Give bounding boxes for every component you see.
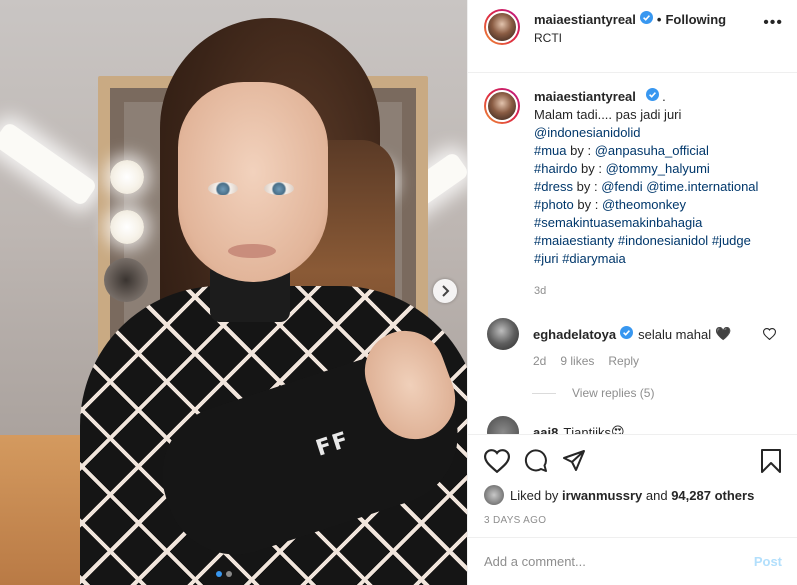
view-replies-button[interactable]: View replies (5) [532, 386, 782, 400]
caption-text: maiaestiantyreal . Malam tadi.... pas ja… [534, 88, 758, 300]
carousel-next-button[interactable] [433, 279, 457, 303]
liked-by-and: and [645, 487, 668, 503]
mention-link[interactable]: @theomonkey [602, 197, 686, 212]
chevron-right-icon [442, 285, 450, 297]
instagram-post: FF maiaestiantyreal • Following RCTI •••… [0, 0, 797, 585]
ring-light-left [0, 120, 99, 208]
verified-badge-icon [639, 11, 653, 27]
eye [208, 182, 238, 195]
hashtag-link[interactable]: #mua [534, 143, 567, 158]
carousel-dot-active [216, 571, 222, 577]
like-button[interactable] [484, 449, 510, 473]
comment-text: selalu mahal [638, 326, 712, 342]
commenter-username[interactable]: eghadelatoya [533, 327, 616, 342]
comment-button[interactable] [524, 449, 548, 473]
caption-text-segment: by : [573, 179, 602, 194]
reply-button[interactable]: Reply [608, 354, 639, 368]
verified-badge-icon [645, 88, 659, 106]
comment-item: aai8 Tjantiiks 😍 [484, 416, 782, 434]
hashtag-link[interactable]: #juri [534, 251, 559, 266]
bookmark-icon [761, 449, 781, 473]
comment-time[interactable]: 2d [533, 354, 546, 368]
hashtag-link[interactable]: #hairdo [534, 161, 577, 176]
caption-dot: . [662, 89, 666, 104]
share-button[interactable] [562, 449, 586, 473]
verified-badge-icon [620, 326, 634, 342]
caption-username[interactable]: maiaestiantyreal [534, 89, 636, 104]
face [178, 82, 328, 282]
mirror-bulb [110, 210, 144, 244]
carousel-dot [226, 571, 232, 577]
eye [264, 182, 294, 195]
heart-icon [484, 449, 510, 473]
post-location[interactable]: RCTI [534, 31, 726, 45]
hashtag-link[interactable]: #diarymaia [562, 251, 626, 266]
comment-like-button[interactable] [762, 328, 777, 343]
mention-link[interactable]: @indonesianidolid [534, 125, 640, 140]
lips [228, 244, 276, 258]
likes-summary: Liked by irwanmussry and 94,287 others [484, 485, 782, 505]
speaker [104, 258, 148, 302]
caption-text-segment: by : [573, 197, 602, 212]
caption-avatar[interactable] [484, 88, 520, 124]
hashtag-link[interactable]: #judge [712, 233, 751, 248]
action-bar: Liked by irwanmussry and 94,287 others 3… [468, 434, 797, 526]
hashtag-link[interactable]: #dress [534, 179, 573, 194]
post-header: maiaestiantyreal • Following RCTI ••• [468, 0, 797, 73]
caption-time[interactable]: 3d [534, 282, 758, 300]
post-photo[interactable]: FF [0, 0, 467, 585]
following-button[interactable]: Following [665, 12, 726, 27]
mention-link[interactable]: @anpasuha_official [595, 143, 709, 158]
mention-link[interactable]: @fendi [601, 179, 642, 194]
comment-icon [524, 449, 547, 472]
heart-icon [762, 328, 777, 341]
add-comment-bar: Post [468, 537, 797, 585]
hashtag-link[interactable]: #semakintuasemakinbahagia [534, 215, 702, 230]
comment-text: Tjantiiks [563, 424, 611, 435]
replies-divider [532, 392, 556, 394]
commenter-avatar[interactable] [487, 416, 519, 434]
follow-separator: • [656, 11, 662, 27]
hashtag-link[interactable]: #photo [534, 197, 574, 212]
post-sidebar: maiaestiantyreal • Following RCTI ••• ma [467, 0, 797, 585]
likes-count-button[interactable]: 94,287 others [671, 488, 754, 503]
mirror-bulb [110, 160, 144, 194]
author-avatar[interactable] [484, 9, 520, 45]
comment-input[interactable] [484, 554, 754, 569]
black-heart-emoji: 🖤 [715, 326, 732, 341]
comments-section[interactable]: maiaestiantyreal . Malam tadi.... pas ja… [468, 74, 797, 434]
post-date[interactable]: 3 DAYS AGO [484, 515, 782, 526]
liker-username[interactable]: irwanmussry [562, 488, 642, 503]
caption-text-segment: by : [566, 143, 595, 158]
mention-link[interactable]: @time.international [646, 179, 758, 194]
author-username[interactable]: maiaestiantyreal [534, 12, 636, 27]
hashtag-link[interactable]: #indonesianidol [618, 233, 708, 248]
post-comment-button[interactable]: Post [754, 554, 782, 569]
save-button[interactable] [760, 449, 782, 473]
view-replies-label: View replies (5) [572, 386, 655, 400]
comment-item: eghadelatoya selalu mahal 🖤 2d 9 likes R… [484, 318, 782, 368]
liker-avatar[interactable] [484, 485, 504, 505]
caption-text-segment: by : [577, 161, 606, 176]
hashtag-link[interactable]: #maiaestianty [534, 233, 614, 248]
carousel-dots [216, 571, 232, 577]
liked-by-label: Liked by [510, 487, 559, 503]
commenter-avatar[interactable] [487, 318, 519, 350]
commenter-username[interactable]: aai8 [533, 425, 558, 435]
mention-link[interactable]: @tommy_halyumi [606, 161, 710, 176]
share-icon [563, 450, 585, 471]
more-icon: ••• [763, 14, 783, 31]
more-options-button[interactable]: ••• [763, 14, 783, 32]
caption-line: Malam tadi.... pas jadi juri [534, 107, 682, 122]
comment-likes[interactable]: 9 likes [560, 354, 594, 368]
caption: maiaestiantyreal . Malam tadi.... pas ja… [484, 88, 782, 300]
heart-eyes-emoji: 😍 [611, 424, 625, 434]
